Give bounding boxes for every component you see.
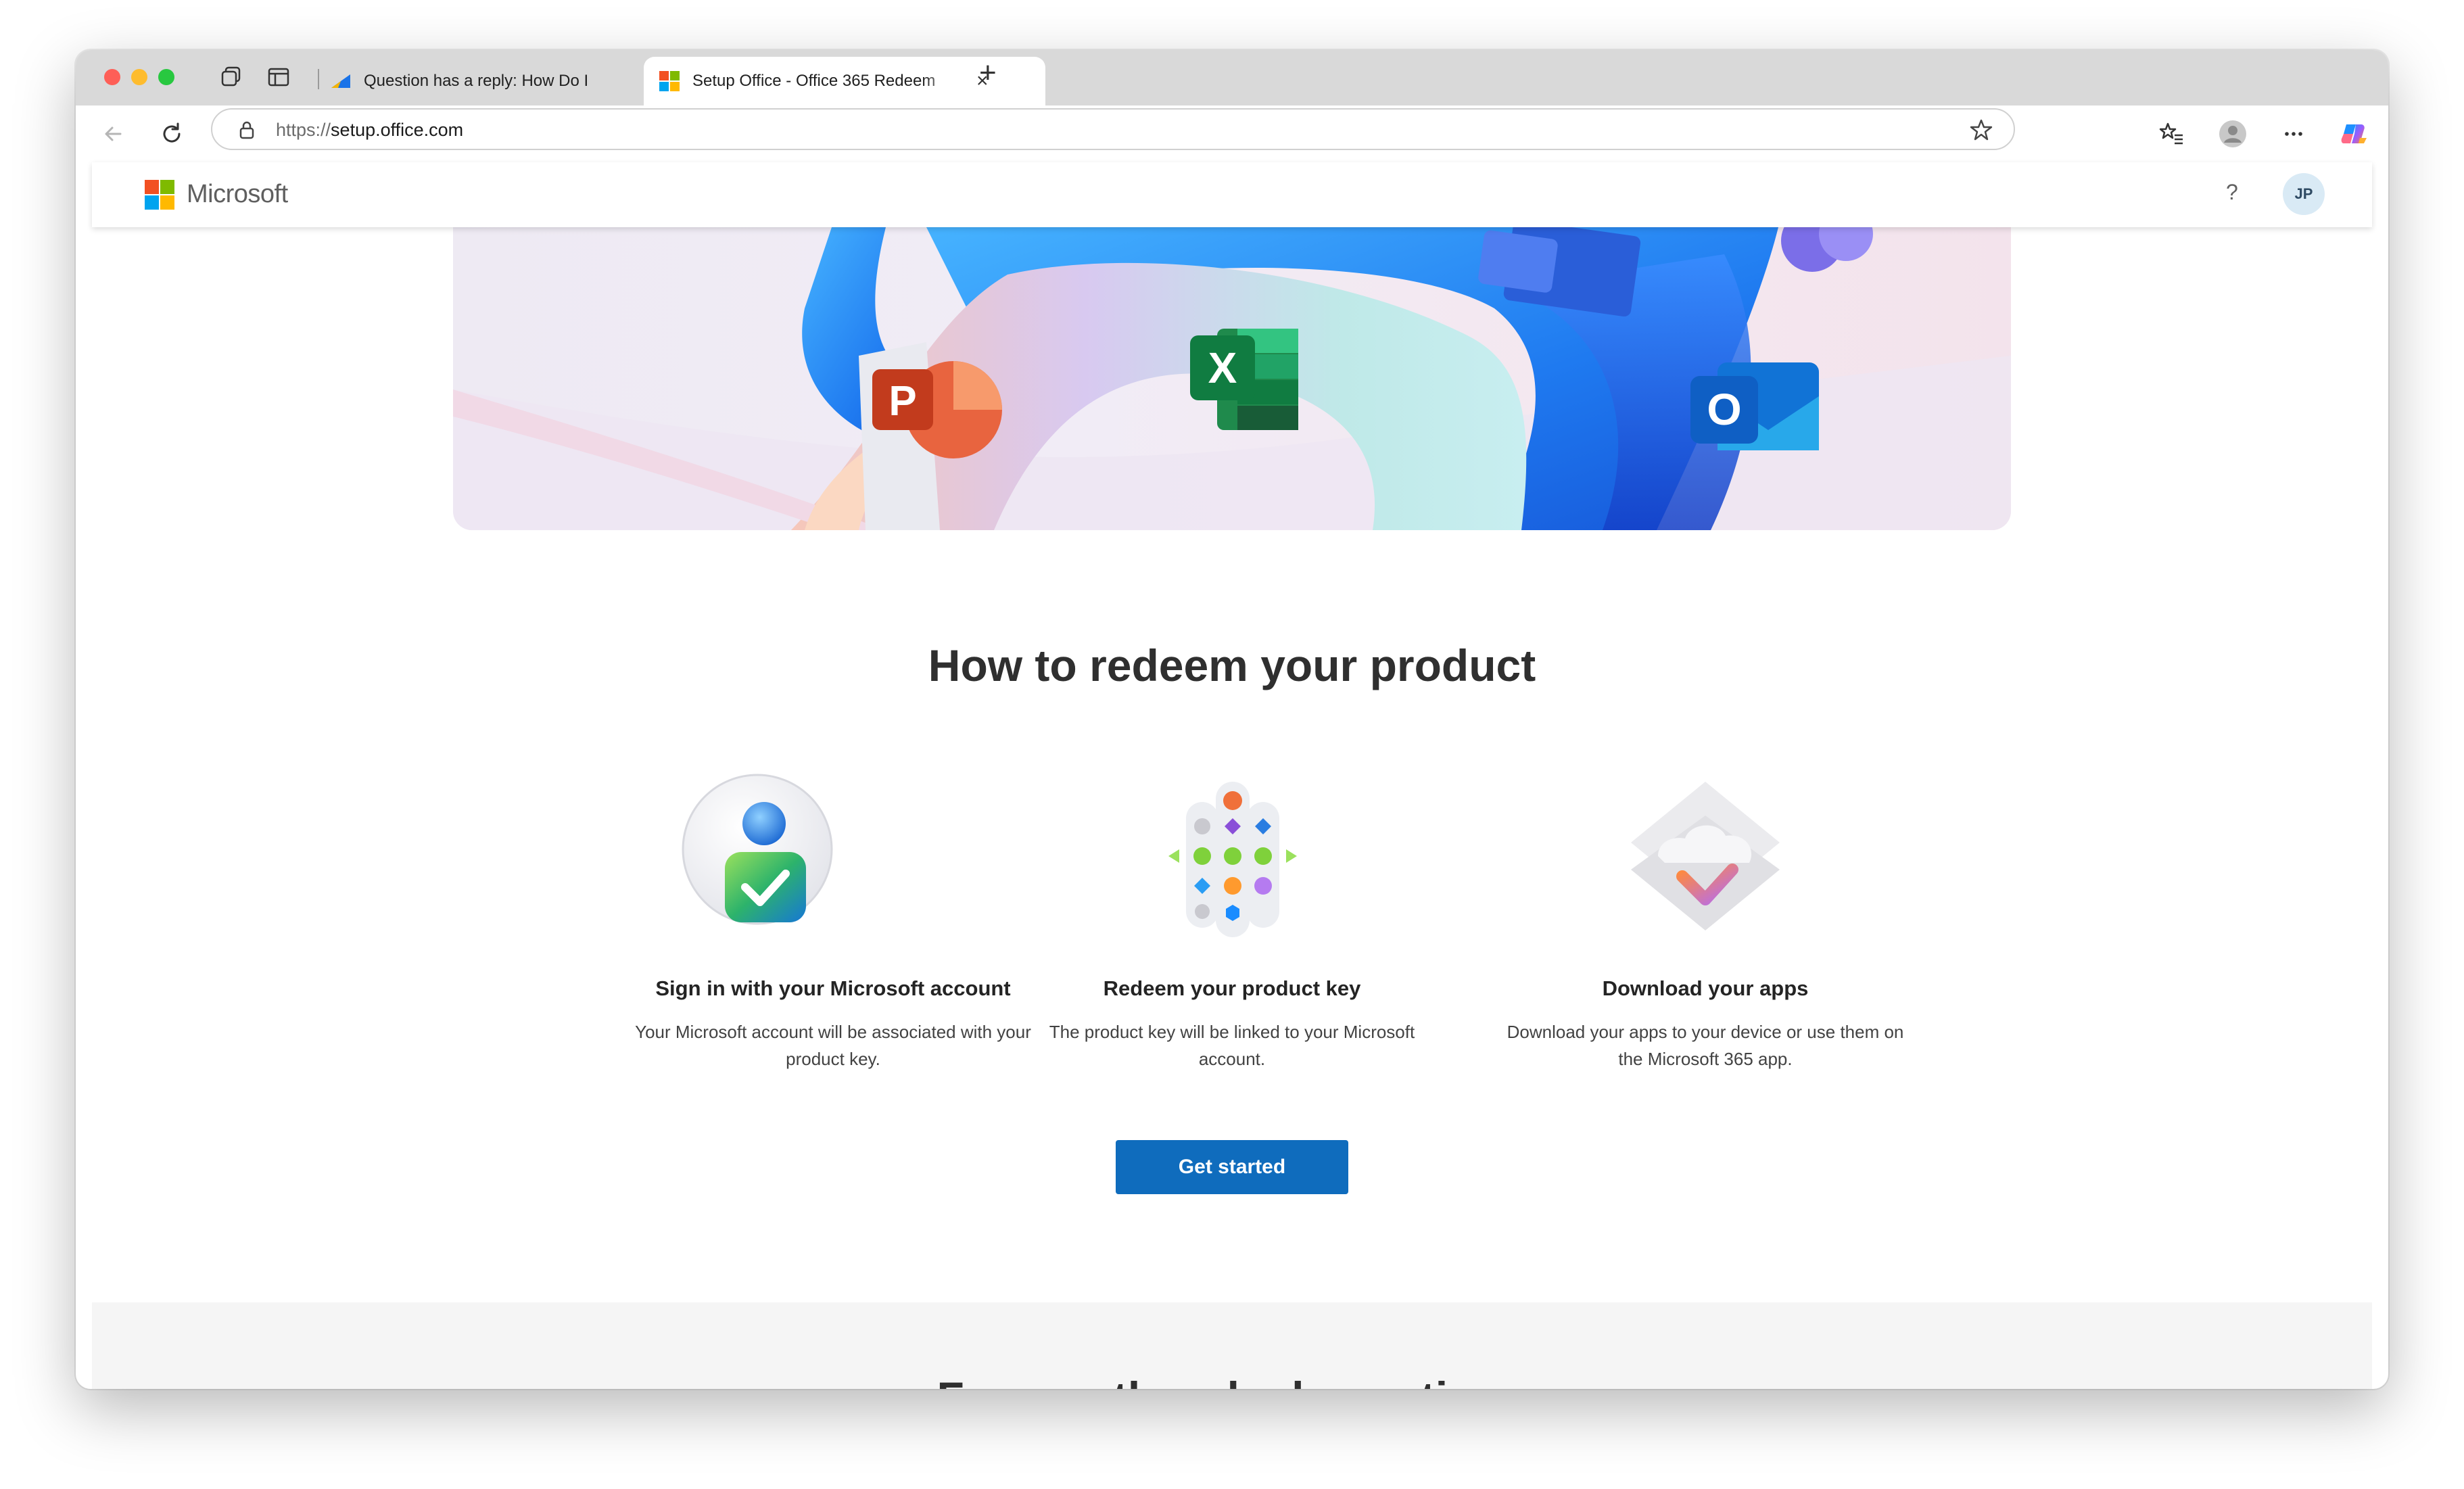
- tab-title: Question has a reply: How Do I: [364, 72, 589, 90]
- excel-icon: X: [1190, 329, 1298, 430]
- vertical-tabs-icon[interactable]: [266, 65, 291, 89]
- url-text[interactable]: https://setup.office.com: [276, 120, 463, 141]
- faq-section: Frequently asked questions: [92, 1302, 2372, 1389]
- step-title: Redeem your product key: [1103, 976, 1361, 1000]
- help-button[interactable]: ?: [2226, 180, 2238, 205]
- more-options-icon[interactable]: [2277, 118, 2310, 150]
- step-description: The product key will be linked to your M…: [1049, 1022, 1415, 1069]
- step-description: Download your apps to your device or use…: [1507, 1022, 1904, 1069]
- user-avatar[interactable]: JP: [2283, 173, 2325, 215]
- tab-strip: Question has a reply: How Do I × Setup O…: [76, 50, 2388, 105]
- close-window-button[interactable]: [104, 69, 120, 85]
- microsoft-favicon-icon: [659, 70, 680, 92]
- favorites-icon[interactable]: [2156, 118, 2188, 150]
- back-icon[interactable]: [97, 118, 130, 150]
- page-heading: How to redeem your product: [928, 640, 1536, 690]
- new-tab-icon[interactable]: +: [979, 58, 997, 88]
- tab-title: Setup Office - Office 365 Redeem: [692, 72, 936, 90]
- site-header: Microsoft ? JP: [92, 162, 2372, 227]
- brand-name[interactable]: Microsoft: [187, 180, 288, 209]
- step-description: Your Microsoft account will be associate…: [635, 1022, 1031, 1069]
- svg-text:P: P: [889, 378, 916, 425]
- step-title: Download your apps: [1602, 976, 1809, 1000]
- svg-text:X: X: [1208, 344, 1237, 392]
- sign-in-account-icon: [671, 768, 847, 944]
- refresh-icon[interactable]: [156, 118, 188, 150]
- product-key-icon: [1144, 768, 1320, 944]
- lock-icon[interactable]: [237, 119, 257, 144]
- browser-window: Question has a reply: How Do I × Setup O…: [76, 50, 2388, 1389]
- maximize-window-button[interactable]: [158, 69, 174, 85]
- copilot-icon[interactable]: [2338, 118, 2371, 150]
- community-favicon-icon: [330, 70, 352, 92]
- download-apps-icon: [1617, 768, 1793, 944]
- address-bar[interactable]: https://setup.office.com: [211, 108, 2015, 150]
- workspaces-icon[interactable]: [219, 65, 243, 89]
- add-favorite-icon[interactable]: [1969, 118, 1993, 146]
- profile-icon[interactable]: [2217, 118, 2249, 150]
- minimize-window-button[interactable]: [131, 69, 147, 85]
- step-title: Sign in with your Microsoft account: [655, 976, 1011, 1000]
- get-started-button[interactable]: Get started: [1116, 1140, 1348, 1194]
- faq-heading: Frequently asked questions: [92, 1372, 2372, 1389]
- microsoft-logo-icon[interactable]: [145, 180, 174, 210]
- hero-banner: P X O: [453, 227, 2011, 530]
- svg-text:O: O: [1707, 384, 1741, 434]
